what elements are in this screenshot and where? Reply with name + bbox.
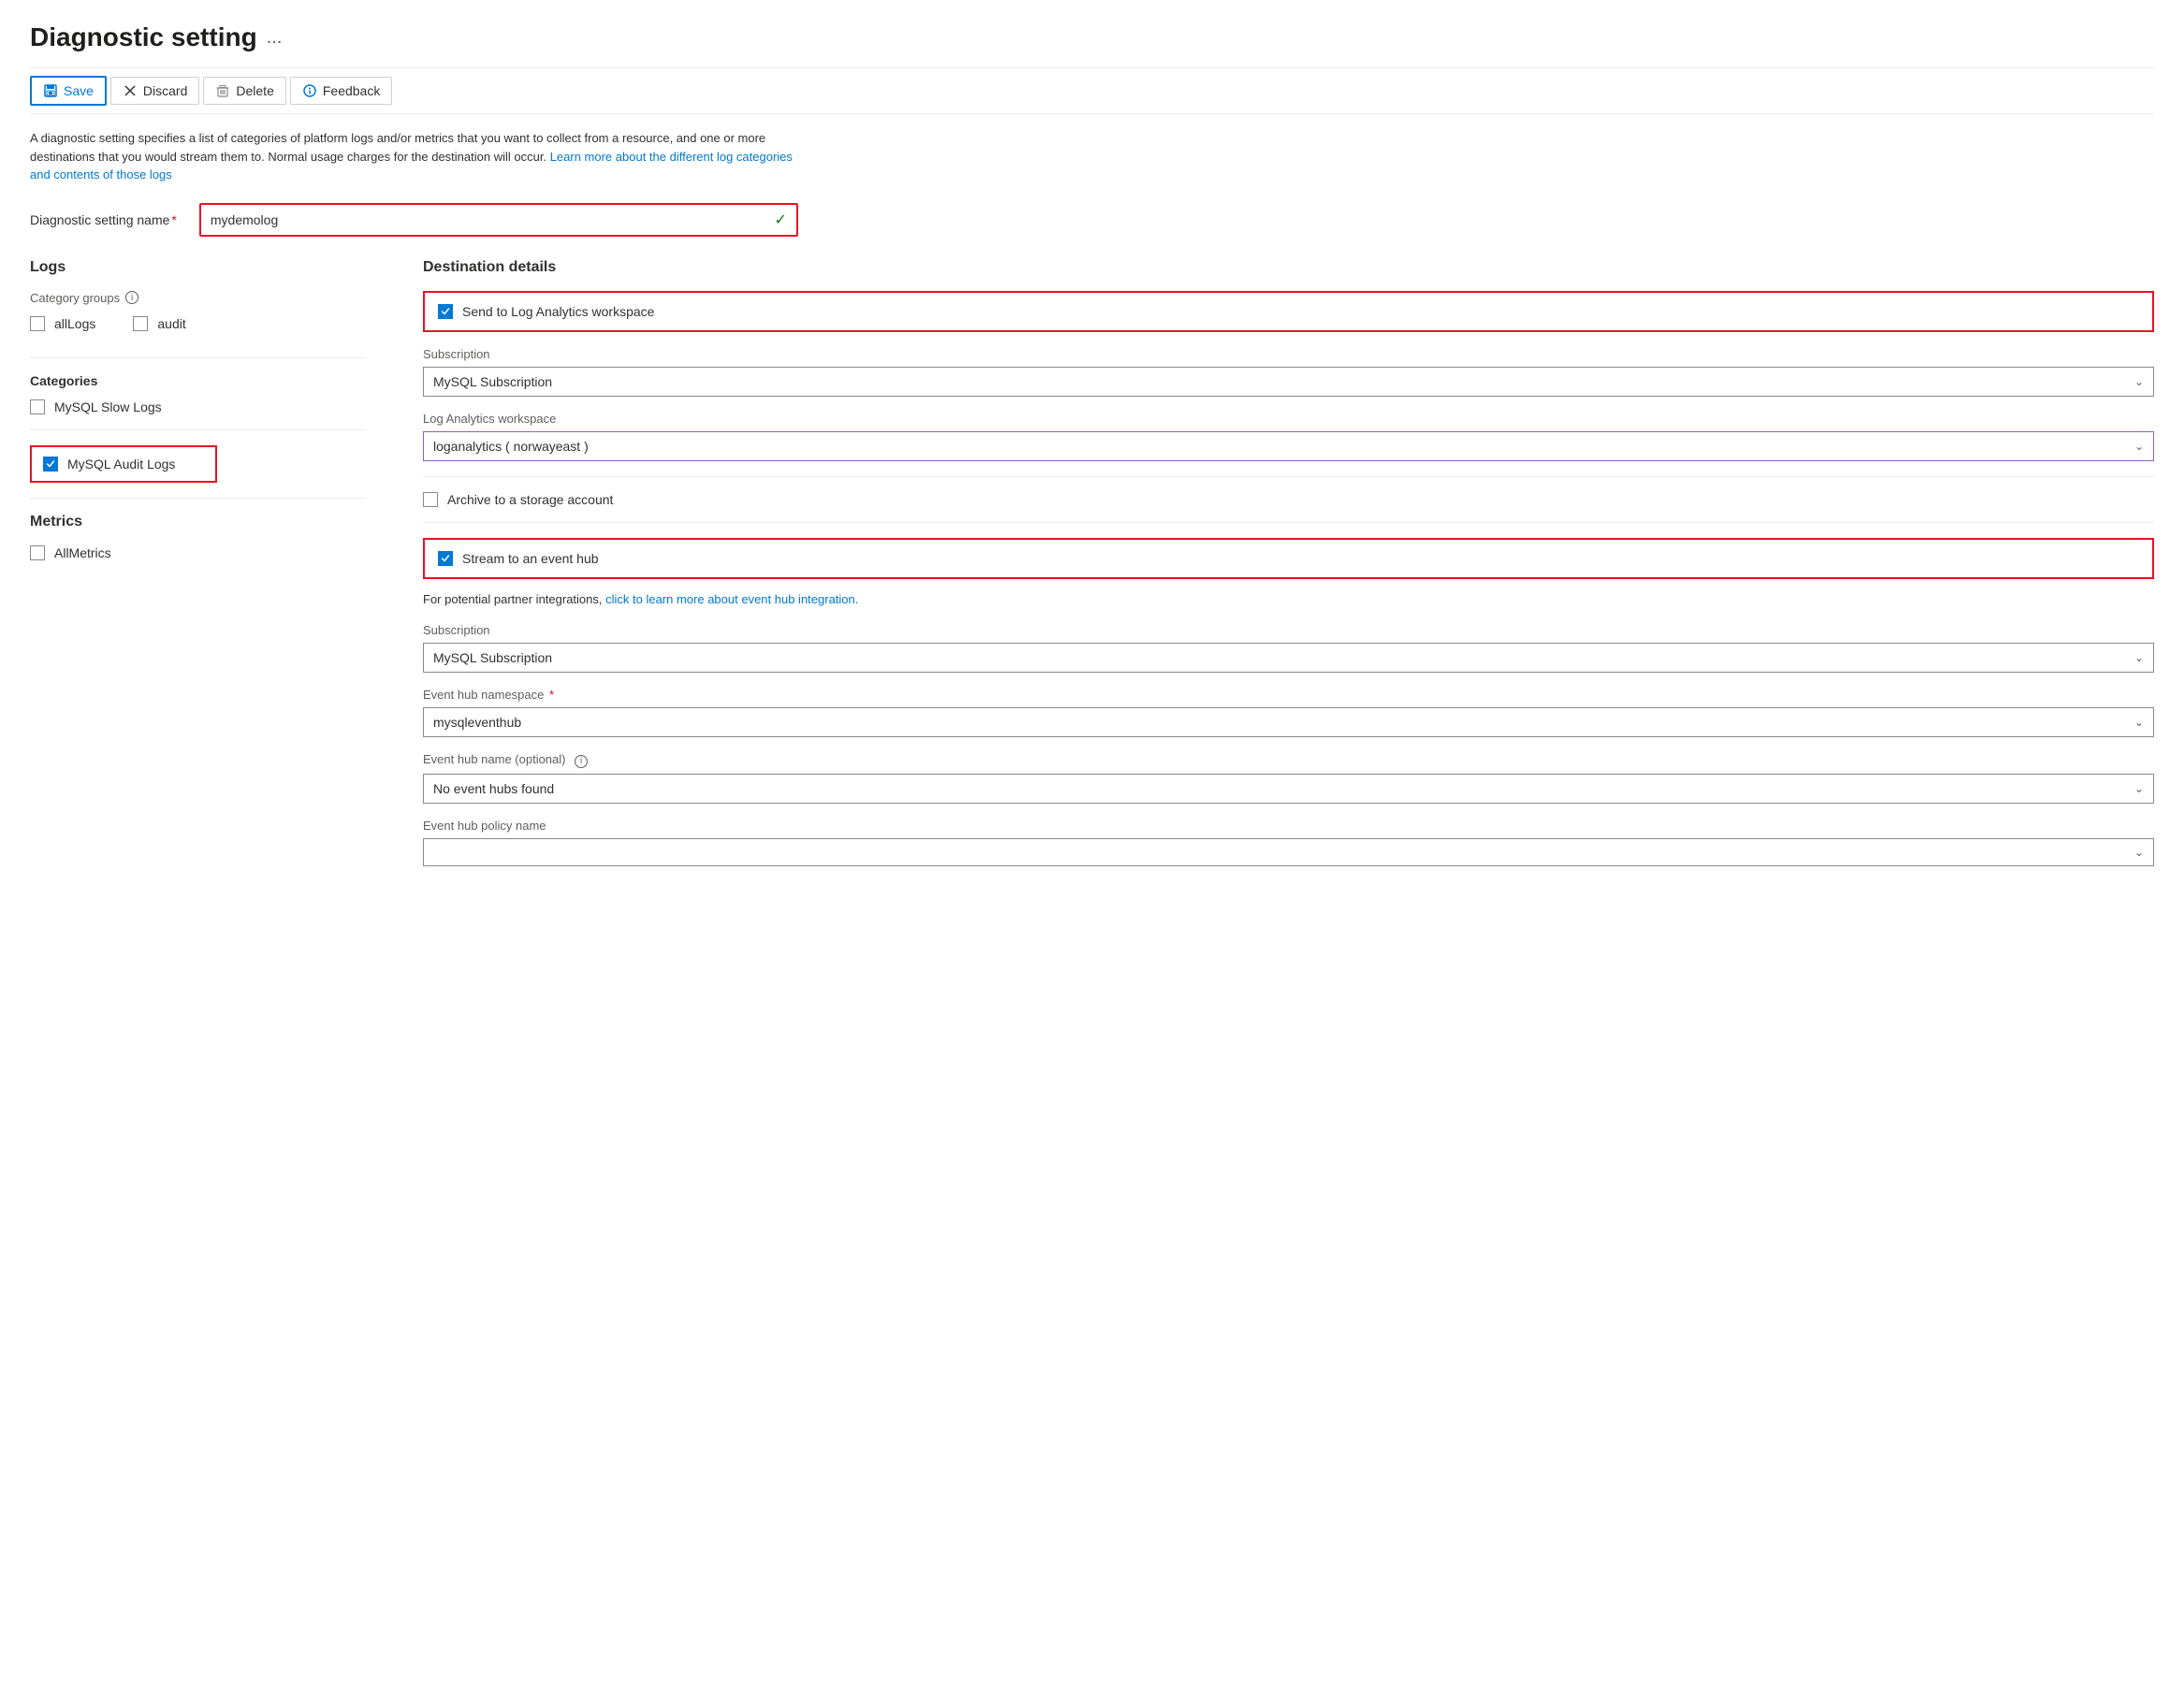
feedback-button[interactable]: Feedback (290, 77, 392, 105)
mysql-audit-logs-row: MySQL Audit Logs (30, 445, 217, 483)
event-hub-name-dropdown[interactable]: No event hubs found ⌄ (423, 774, 2154, 804)
alllogs-checkbox-row: allLogs (30, 316, 95, 331)
audit-checkbox-row: audit (133, 316, 185, 331)
send-log-analytics-label[interactable]: Send to Log Analytics workspace (462, 304, 654, 319)
mysql-slow-logs-label[interactable]: MySQL Slow Logs (54, 399, 162, 414)
archive-storage-checkbox[interactable] (423, 492, 438, 507)
event-hub-name-info-icon[interactable]: i (575, 755, 588, 768)
delete-icon (215, 83, 230, 98)
event-hub-subscription-dropdown[interactable]: MySQL Subscription ⌄ (423, 643, 2154, 673)
event-hub-subscription-value: MySQL Subscription (433, 650, 552, 665)
setting-name-label: Diagnostic setting name* (30, 212, 177, 227)
check-icon: ✓ (774, 210, 786, 229)
page-title: Diagnostic setting ... (30, 22, 2154, 52)
event-hub-learn-more-link[interactable]: click to learn more about event hub inte… (605, 592, 858, 606)
send-log-analytics-checkbox[interactable] (438, 304, 453, 319)
alllogs-label[interactable]: allLogs (54, 316, 95, 331)
toolbar: Save Discard Delete (30, 67, 2154, 114)
logs-divider (30, 357, 367, 358)
setting-name-field[interactable]: ✓ (199, 203, 798, 237)
delete-button[interactable]: Delete (203, 77, 285, 105)
all-metrics-row: AllMetrics (30, 545, 367, 560)
stream-event-hub-label[interactable]: Stream to an event hub (462, 551, 599, 566)
save-label: Save (64, 83, 94, 98)
event-hub-policy-label: Event hub policy name (423, 819, 2154, 833)
subscription-dropdown[interactable]: MySQL Subscription ⌄ (423, 367, 2154, 397)
destination-section-title: Destination details (423, 259, 2154, 276)
event-hub-namespace-chevron-icon: ⌄ (2134, 716, 2144, 729)
categories-title: Categories (30, 373, 367, 388)
event-hub-subscription-chevron-icon: ⌄ (2134, 651, 2144, 664)
log-analytics-chevron-icon: ⌄ (2134, 440, 2144, 453)
event-hub-section: For potential partner integrations, clic… (423, 590, 2154, 866)
setting-name-row: Diagnostic setting name* ✓ (30, 203, 2154, 237)
save-button[interactable]: Save (30, 76, 107, 106)
audit-checkbox[interactable] (133, 316, 148, 331)
all-metrics-checkbox[interactable] (30, 545, 45, 560)
left-panel: Logs Category groups i allLogs audit Cat… (30, 259, 367, 881)
discard-icon (123, 83, 138, 98)
event-hub-name-value: No event hubs found (433, 781, 554, 796)
subscription-chevron-icon: ⌄ (2134, 375, 2144, 388)
event-hub-policy-dropdown[interactable]: ⌄ (423, 838, 2154, 866)
event-hub-namespace-dropdown[interactable]: mysqleventhub ⌄ (423, 707, 2154, 737)
mysql-audit-logs-label[interactable]: MySQL Audit Logs (67, 457, 175, 472)
category-groups-label: Category groups i (30, 291, 367, 305)
audit-label[interactable]: audit (157, 316, 185, 331)
discard-button[interactable]: Discard (110, 77, 199, 105)
event-hub-namespace-value: mysqleventhub (433, 715, 521, 730)
stream-event-hub-checkbox[interactable] (438, 551, 453, 566)
event-hub-name-chevron-icon: ⌄ (2134, 782, 2144, 795)
log-analytics-field-label: Log Analytics workspace (423, 412, 2154, 426)
setting-name-input[interactable] (211, 212, 775, 227)
event-hub-name-label: Event hub name (optional) i (423, 752, 2154, 768)
event-hub-subscription-label: Subscription (423, 623, 2154, 637)
event-hub-namespace-label: Event hub namespace * (423, 688, 2154, 702)
stream-event-hub-row: Stream to an event hub (423, 538, 2154, 579)
page-description: A diagnostic setting specifies a list of… (30, 129, 797, 184)
category-groups-info-icon[interactable]: i (125, 291, 138, 304)
main-content: Logs Category groups i allLogs audit Cat… (30, 259, 2154, 881)
subscription-value: MySQL Subscription (433, 374, 552, 389)
feedback-label: Feedback (323, 83, 380, 98)
metrics-section-title: Metrics (30, 514, 367, 530)
mysql-slow-logs-checkbox[interactable] (30, 399, 45, 414)
event-hub-description: For potential partner integrations, clic… (423, 590, 2154, 609)
title-text: Diagnostic setting (30, 22, 257, 52)
storage-eventhub-divider (423, 522, 2154, 523)
mysql-slow-logs-row: MySQL Slow Logs (30, 399, 367, 414)
logs-section-title: Logs (30, 259, 367, 276)
mysql-audit-logs-checkbox[interactable] (43, 457, 58, 472)
all-metrics-label[interactable]: AllMetrics (54, 545, 111, 560)
archive-storage-row: Archive to a storage account (423, 492, 2154, 507)
categories-divider (30, 429, 367, 430)
logs-metrics-divider (30, 498, 367, 499)
feedback-icon (302, 83, 317, 98)
save-icon (43, 83, 58, 98)
log-analytics-dropdown[interactable]: loganalytics ( norwayeast ) ⌄ (423, 431, 2154, 461)
discard-label: Discard (143, 83, 187, 98)
right-panel: Destination details Send to Log Analytic… (423, 259, 2154, 881)
send-log-analytics-row: Send to Log Analytics workspace (423, 291, 2154, 332)
delete-label: Delete (236, 83, 273, 98)
category-groups-checkboxes: allLogs audit (30, 316, 367, 342)
event-hub-policy-chevron-icon: ⌄ (2134, 846, 2144, 859)
alllogs-checkbox[interactable] (30, 316, 45, 331)
log-analytics-value: loganalytics ( norwayeast ) (433, 439, 589, 454)
archive-storage-label[interactable]: Archive to a storage account (447, 492, 613, 507)
subscription-field-label: Subscription (423, 347, 2154, 361)
analytics-storage-divider (423, 476, 2154, 477)
event-hub-desc-text: For potential partner integrations, (423, 592, 605, 606)
title-ellipsis: ... (267, 27, 283, 49)
